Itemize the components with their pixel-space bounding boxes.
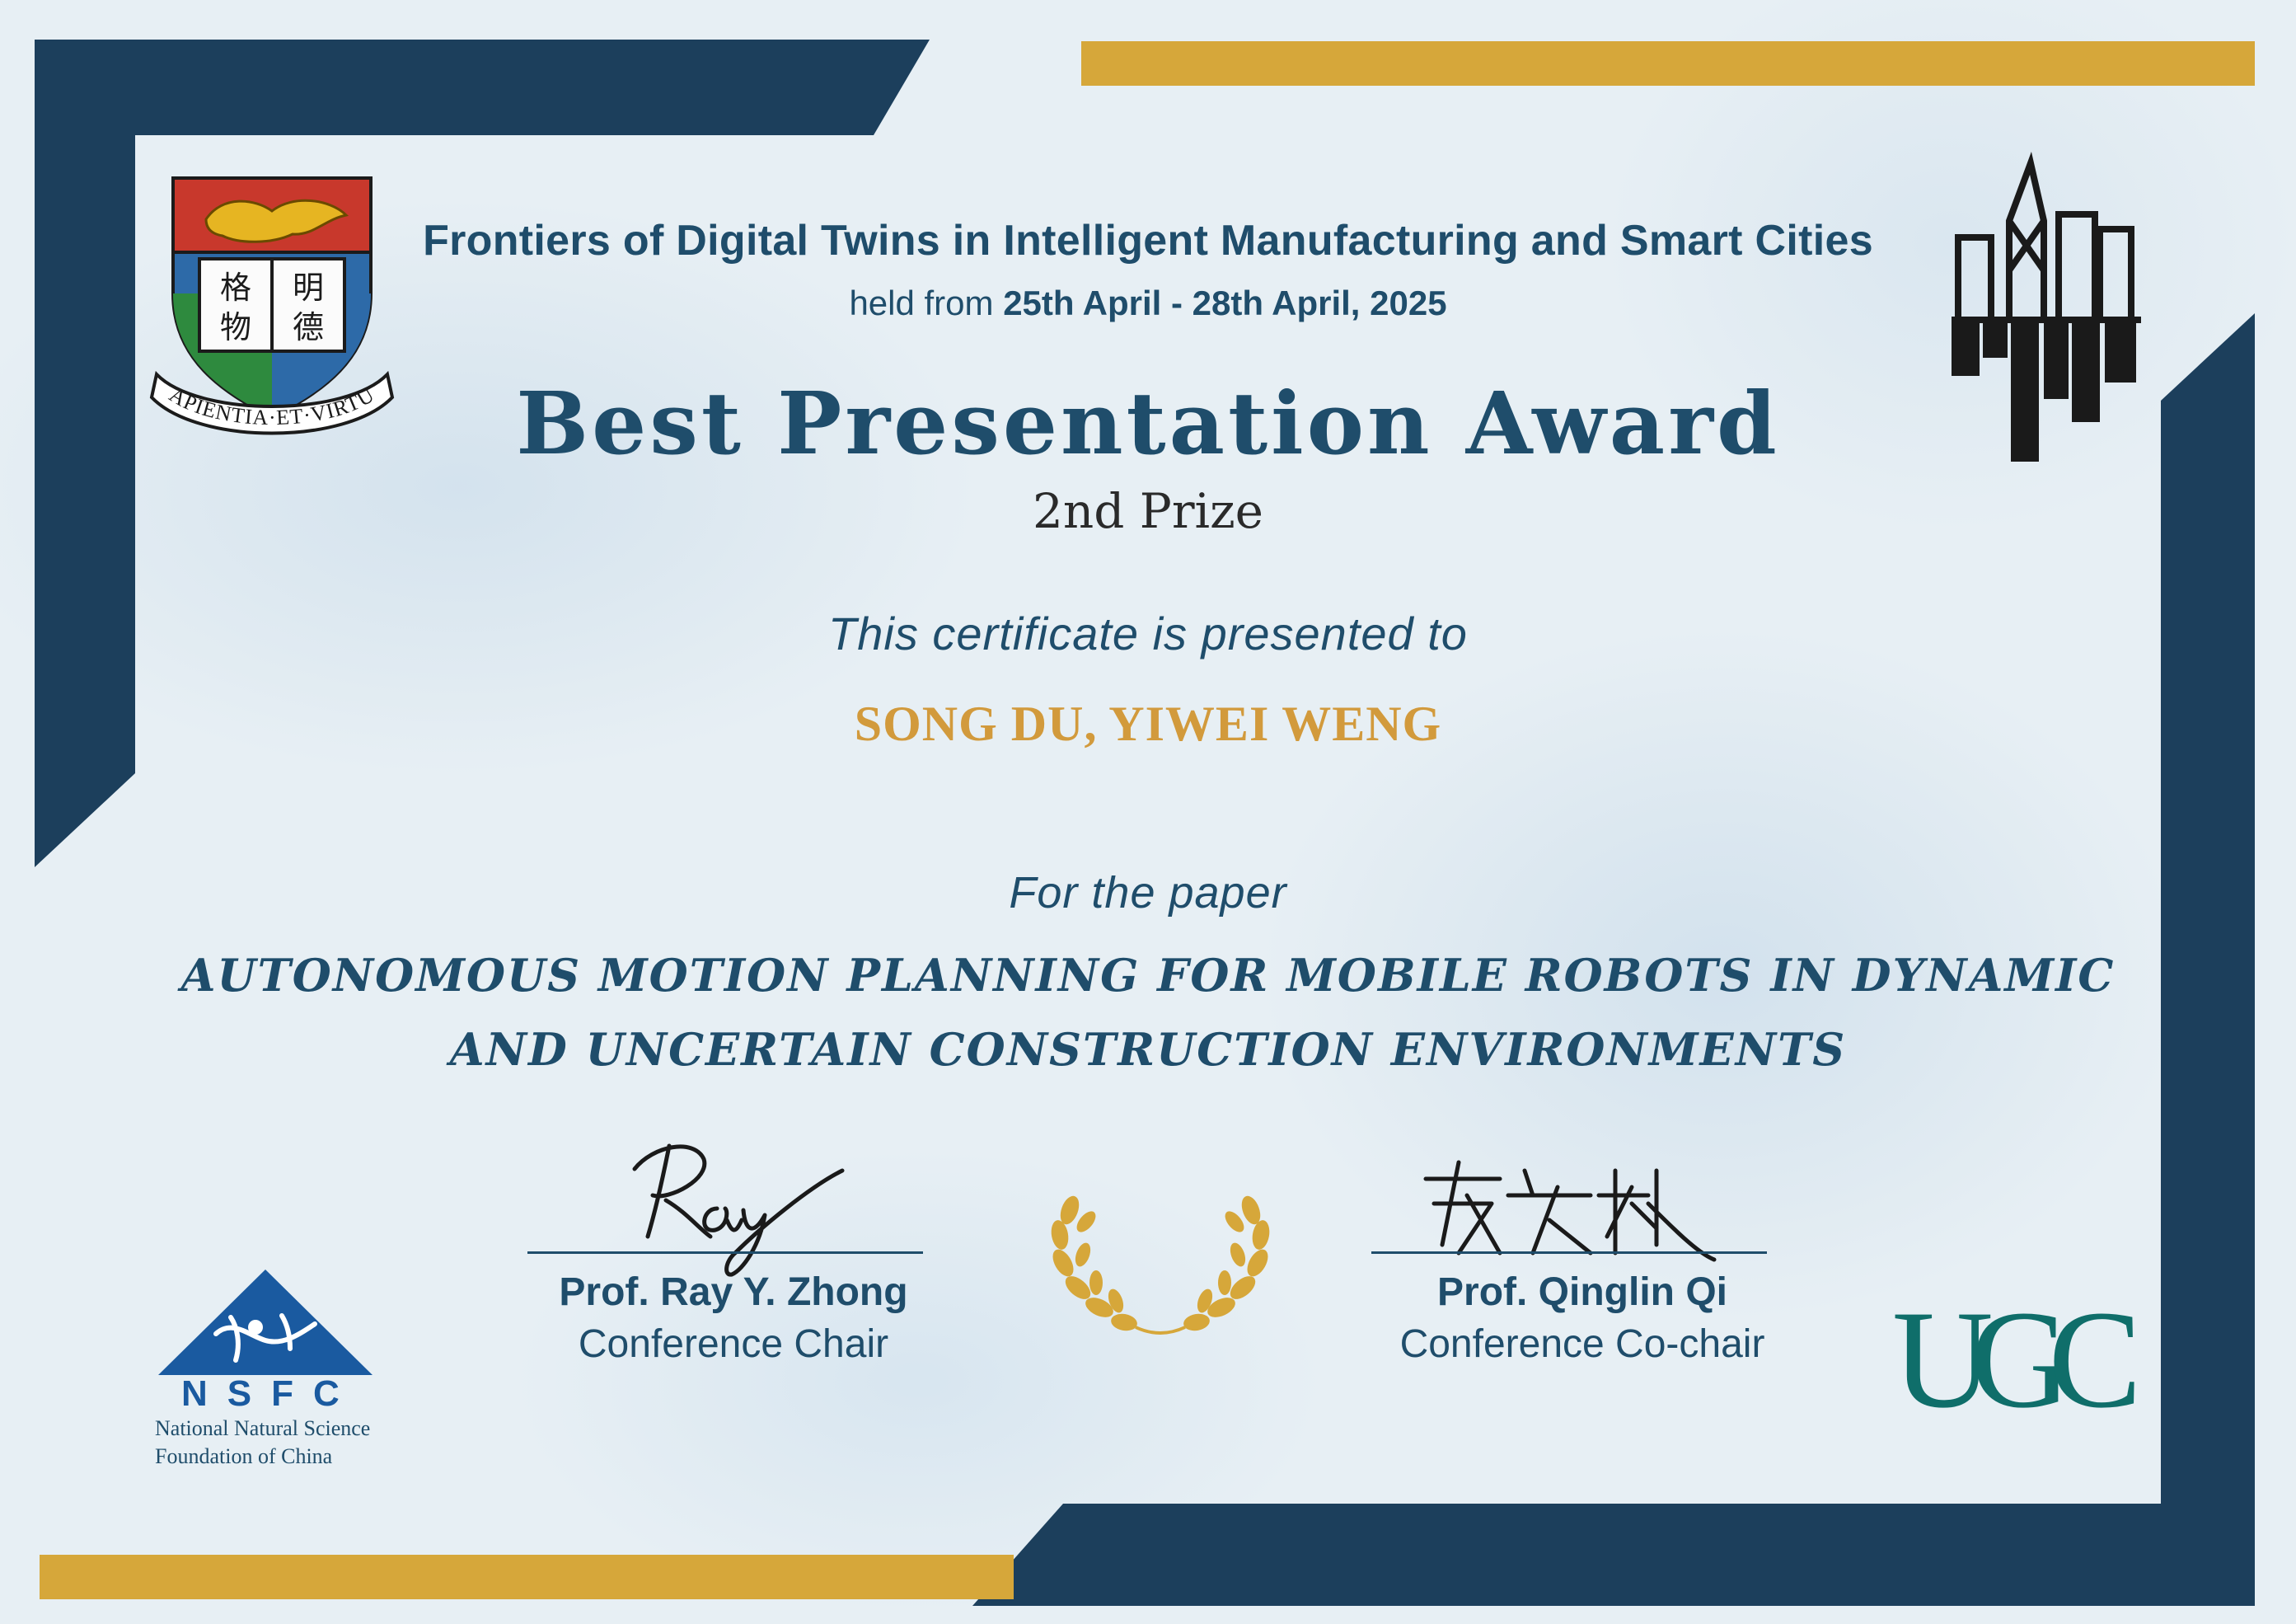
nsfc-name-line-2: Foundation of China (155, 1444, 333, 1468)
nsfc-name-line-1: National Natural Science (155, 1416, 371, 1440)
held-prefix: held from (849, 284, 1004, 322)
signature-line-right (1371, 1251, 1767, 1254)
ugc-wordmark: UGC (1892, 1291, 2135, 1437)
signature-ray (632, 1143, 845, 1277)
prize-label: 2nd Prize (1032, 483, 1263, 539)
recipient-names: SONG DU, YIWEI WENG (854, 697, 1442, 751)
for-paper-label: For the paper (1009, 868, 1287, 918)
nsfc-acronym: NSFC (181, 1373, 359, 1414)
signature-line-left (527, 1251, 923, 1254)
certificate: 格 明 物 德 SAPIENTIA·ET·VIRTUS (0, 0, 2296, 1624)
date-range: 25th April - 28th April, 2025 (1003, 284, 1447, 322)
frame-top-gold-bar (1081, 41, 2255, 86)
nsfc-logo-icon (158, 1270, 373, 1375)
laurel-wreath-icon (1051, 1195, 1270, 1335)
paper-title: AUTONOMOUS MOTION PLANNING FOR MOBILE RO… (0, 938, 2296, 1087)
signatory-name: Prof. Ray Y. Zhong (559, 1270, 908, 1314)
signatory-role: Conference Chair (578, 1322, 889, 1366)
award-title: Best Presentation Award (516, 373, 1780, 474)
signatory-name: Prof. Qinglin Qi (1437, 1270, 1727, 1314)
paper-title-line-1: AUTONOMOUS MOTION PLANNING FOR MOBILE RO… (180, 949, 2116, 1002)
ugc-logo-icon: UGC (1892, 1291, 2156, 1437)
conference-dates: held from 25th April - 28th April, 2025 (0, 284, 2296, 323)
paper-title-line-2: AND UNCERTAIN CONSTRUCTION ENVIRONMENTS (449, 1023, 1847, 1076)
frame-bottom-gold-bar (40, 1555, 1014, 1599)
signatory-co-chair: Prof. Qinglin Qi Conference Co-chair (1352, 1270, 1813, 1367)
nsfc-name: National Natural Science Foundation of C… (155, 1415, 370, 1471)
signatory-role: Conference Co-chair (1399, 1322, 1765, 1366)
conference-title: Frontiers of Digital Twins in Intelligen… (423, 217, 1873, 265)
presented-to-line: This certificate is presented to (828, 608, 1468, 659)
signatory-chair: Prof. Ray Y. Zhong Conference Chair (519, 1270, 948, 1367)
